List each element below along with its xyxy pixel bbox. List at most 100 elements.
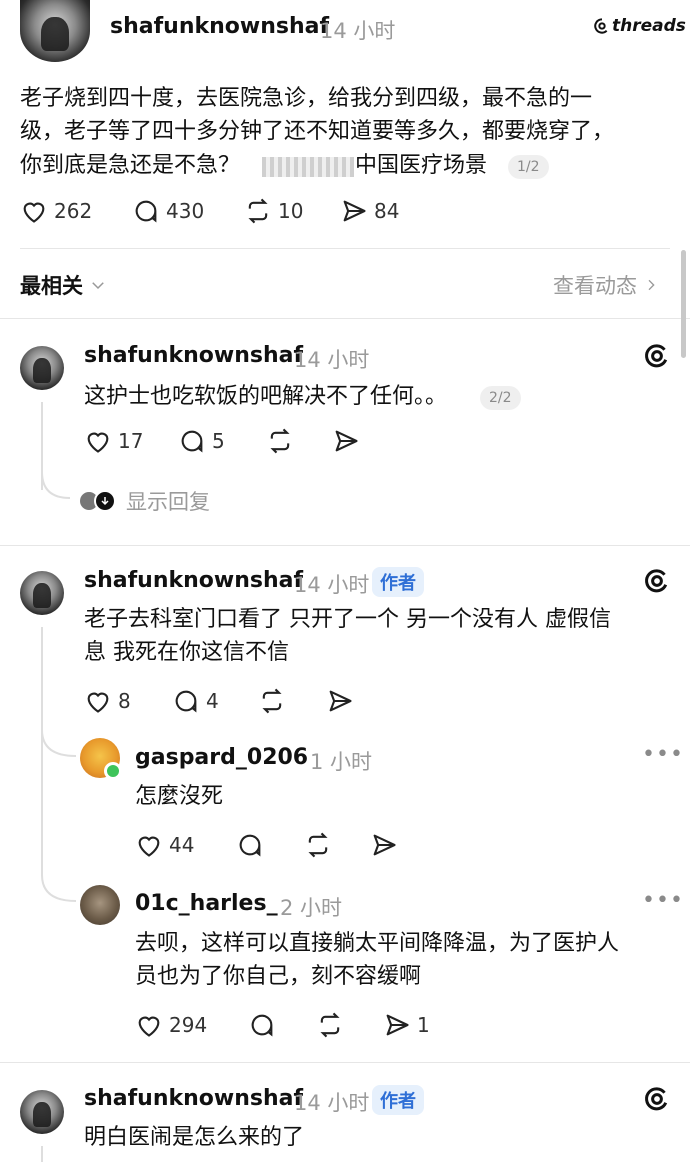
- online-status-dot: [104, 762, 122, 780]
- censored-text: [262, 157, 354, 177]
- threads-icon[interactable]: [642, 341, 672, 371]
- sort-dropdown[interactable]: 最相关: [20, 270, 107, 300]
- repost-icon: [308, 832, 328, 858]
- comment-repost-button[interactable]: [266, 427, 294, 455]
- threads-icon: [594, 18, 608, 34]
- reply-text-line1: 怎麼沒死: [135, 784, 224, 809]
- sort-label: 最相关: [20, 274, 83, 298]
- more-options-button[interactable]: •••: [642, 742, 684, 767]
- reply-username[interactable]: gaspard_0206: [135, 745, 308, 770]
- post-text-line3a: 你到底是急还是不急？: [20, 153, 241, 178]
- view-activity-label: 查看动态: [553, 274, 637, 298]
- send-icon: [329, 690, 352, 712]
- threads-icon[interactable]: [642, 566, 672, 596]
- scrollbar-thumb[interactable]: [681, 250, 686, 358]
- reply-like-button[interactable]: 294: [135, 1011, 207, 1039]
- avatar[interactable]: [20, 1090, 64, 1134]
- comment-text-line2: 息 我死在你这信不信: [84, 640, 289, 665]
- post-repost-button[interactable]: 10: [244, 197, 303, 225]
- comment-like-button[interactable]: 17: [84, 427, 143, 455]
- repost-icon: [262, 688, 282, 714]
- reply-share-button[interactable]: [370, 831, 398, 859]
- reply-repost-button[interactable]: [304, 831, 332, 859]
- post-time: 14 小时: [320, 19, 396, 43]
- comment-text-line1: 这护士也吃软饭的吧解决不了任何。。: [84, 384, 448, 409]
- repost-icon: [320, 1012, 340, 1038]
- divider: [0, 1062, 690, 1063]
- comment-like-count: 17: [118, 429, 144, 453]
- post-reply-button[interactable]: 430: [132, 197, 204, 225]
- comment-reply-count: 5: [212, 429, 225, 453]
- thread-connector-curve: [41, 472, 71, 499]
- threads-icon[interactable]: [642, 1084, 672, 1114]
- heart-icon: [138, 1016, 160, 1037]
- avatar: [94, 490, 116, 512]
- repost-icon: [248, 198, 268, 224]
- comment-icon: [251, 1014, 273, 1037]
- heart-icon: [23, 202, 45, 223]
- comment-share-button[interactable]: [326, 687, 354, 715]
- page-indicator-pill: 1/2: [508, 155, 549, 179]
- reply-avatars: [78, 490, 116, 512]
- post-text-line2: 级，老子等了四十多分钟了还不知道要等多久，都要烧穿了，: [20, 119, 615, 144]
- chevron-right-icon: [648, 279, 655, 291]
- post-like-count: 262: [54, 199, 93, 223]
- reply-text-line1: 去呗，这样可以直接躺太平间降降温，为了医护人: [135, 931, 620, 956]
- reply-repost-button[interactable]: [316, 1011, 344, 1039]
- post-username[interactable]: shafunknownshaf: [110, 14, 329, 39]
- comment-share-button[interactable]: [332, 427, 360, 455]
- post-reply-count: 430: [166, 199, 205, 223]
- post-text-line1: 老子烧到四十度，去医院急诊，给我分到四级，最不急的一: [20, 86, 593, 111]
- reply-like-count: 44: [169, 833, 195, 857]
- view-activity-link[interactable]: 查看动态: [553, 270, 659, 300]
- comment-reply-button[interactable]: 5: [178, 427, 225, 455]
- reply-reply-button[interactable]: [236, 831, 264, 859]
- reply-time: 1 小时: [310, 750, 373, 774]
- avatar[interactable]: [20, 346, 64, 390]
- heart-icon: [138, 836, 160, 857]
- author-badge: 作者: [372, 1085, 424, 1115]
- comment-reply-button[interactable]: 4: [172, 687, 219, 715]
- comment-time: 14 小时: [294, 1091, 370, 1115]
- comment-icon: [239, 834, 261, 857]
- send-icon: [386, 1014, 409, 1036]
- reply-username[interactable]: 01c_harles_: [135, 891, 278, 916]
- reply-share-button[interactable]: 1: [383, 1011, 430, 1039]
- threads-wordmark: threads: [612, 16, 686, 36]
- comment-icon: [175, 690, 197, 713]
- post-share-button[interactable]: 84: [340, 197, 399, 225]
- thread-connector-curve: [41, 730, 77, 757]
- comment-icon: [135, 200, 157, 223]
- show-replies-button[interactable]: 显示回复: [78, 486, 210, 516]
- post-repost-count: 10: [278, 199, 304, 223]
- threads-logo: threads: [594, 16, 686, 36]
- send-icon: [373, 834, 396, 856]
- reply-reply-button[interactable]: [248, 1011, 276, 1039]
- thread-connector-curve: [41, 875, 77, 902]
- comment-username[interactable]: shafunknownshaf: [84, 1086, 303, 1111]
- comment-username[interactable]: shafunknownshaf: [84, 568, 303, 593]
- post-share-count: 84: [374, 199, 400, 223]
- send-icon: [343, 200, 366, 222]
- post-like-button[interactable]: 262: [20, 197, 92, 225]
- comment-username[interactable]: shafunknownshaf: [84, 343, 303, 368]
- comment-reply-count: 4: [206, 689, 219, 713]
- comment-icon: [181, 430, 203, 453]
- comment-like-button[interactable]: 8: [84, 687, 131, 715]
- heart-icon: [87, 692, 109, 713]
- reply-avatar-charles[interactable]: [80, 885, 120, 925]
- reply-like-count: 294: [169, 1013, 208, 1037]
- post-text-line3b: 中国医疗场景: [355, 153, 488, 178]
- divider: [0, 545, 690, 546]
- comment-repost-button[interactable]: [258, 687, 286, 715]
- comment-time: 14 小时: [294, 348, 370, 372]
- reply-text-line2: 员也为了你自己，刻不容缓啊: [135, 964, 422, 989]
- divider: [20, 248, 670, 249]
- author-badge: 作者: [372, 567, 424, 597]
- divider: [0, 318, 690, 319]
- avatar[interactable]: [20, 0, 90, 62]
- heart-icon: [87, 432, 109, 453]
- avatar[interactable]: [20, 571, 64, 615]
- more-options-button[interactable]: •••: [642, 888, 684, 913]
- reply-like-button[interactable]: 44: [135, 831, 194, 859]
